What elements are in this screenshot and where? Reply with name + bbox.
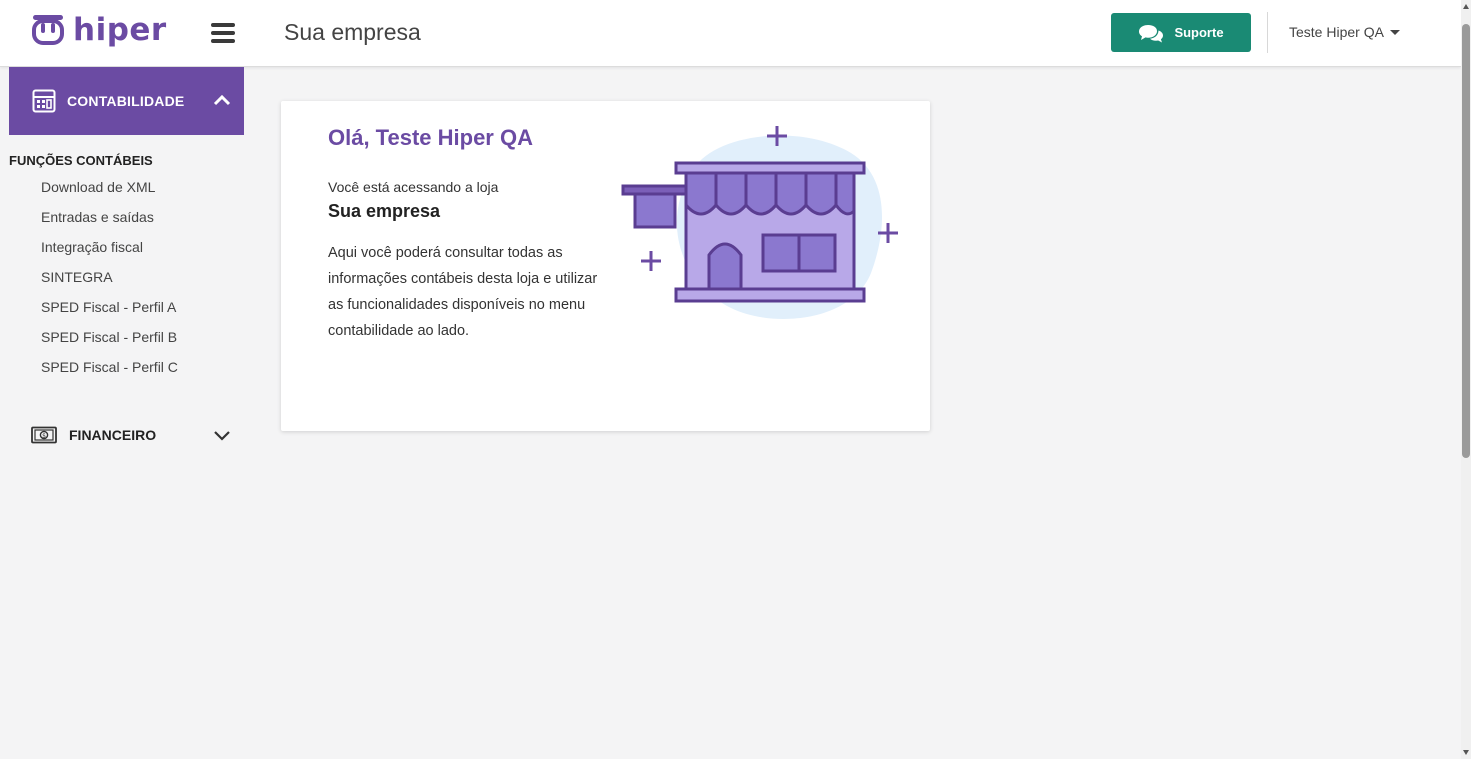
welcome-card: Olá, Teste Hiper QA Você está acessando … <box>281 101 930 431</box>
description-text: Aqui você poderá consultar todas as info… <box>328 245 598 339</box>
support-button[interactable]: Suporte <box>1111 13 1251 52</box>
sidebar-section-financeiro[interactable]: $ FINANCEIRO <box>9 420 244 450</box>
top-bar: hiper Sua empresa Suporte Teste Hiper QA <box>0 0 1461 67</box>
money-bill-icon: $ <box>31 426 57 444</box>
user-name: Teste Hiper QA <box>1289 24 1384 40</box>
scroll-down-icon[interactable] <box>1463 750 1469 755</box>
brand-name: hiper <box>73 12 167 48</box>
user-menu[interactable]: Teste Hiper QA <box>1289 24 1400 40</box>
storefront-illustration <box>621 126 898 319</box>
hiper-logo-icon <box>32 15 64 45</box>
sidebar-item-entradas-saidas[interactable]: Entradas e saídas <box>9 202 244 232</box>
menu-toggle-icon[interactable] <box>211 23 235 43</box>
sidebar-section-label: FINANCEIRO <box>69 427 157 443</box>
sidebar-item-sintegra[interactable]: SINTEGRA <box>9 262 244 292</box>
page-title: Sua empresa <box>284 19 421 45</box>
divider <box>1267 12 1268 53</box>
accessing-text: Você está acessando a loja <box>328 179 499 195</box>
chat-bubbles-icon <box>1139 24 1164 42</box>
sidebar-section-contabilidade[interactable]: CONTABILIDADE <box>9 67 244 135</box>
chevron-up-icon <box>213 94 231 106</box>
caret-down-icon <box>1389 29 1400 35</box>
nav-list: Download de XML Entradas e saídas Integr… <box>9 172 244 382</box>
sidebar: CONTABILIDADE FUNÇÕES CONTÁBEIS Download… <box>9 67 244 759</box>
svg-text:$: $ <box>42 432 46 439</box>
greeting-heading: Olá, Teste Hiper QA <box>328 125 533 150</box>
support-label: Suporte <box>1174 25 1224 40</box>
scrollbar-thumb[interactable] <box>1462 24 1470 458</box>
scroll-up-icon[interactable] <box>1463 4 1469 9</box>
sidebar-item-sped-perfil-c[interactable]: SPED Fiscal - Perfil C <box>9 352 244 382</box>
sidebar-item-integracao-fiscal[interactable]: Integração fiscal <box>9 232 244 262</box>
sidebar-item-sped-perfil-a[interactable]: SPED Fiscal - Perfil A <box>9 292 244 322</box>
store-name: Sua empresa <box>328 201 441 221</box>
group-title: FUNÇÕES CONTÁBEIS <box>9 153 153 168</box>
hiper-logo[interactable]: hiper <box>31 13 167 47</box>
chevron-down-icon <box>214 431 230 441</box>
sidebar-item-sped-perfil-b[interactable]: SPED Fiscal - Perfil B <box>9 322 244 352</box>
sidebar-section-label: CONTABILIDADE <box>67 93 185 109</box>
sidebar-item-download-xml[interactable]: Download de XML <box>9 172 244 202</box>
calculator-icon <box>32 89 56 113</box>
page-scrollbar[interactable] <box>1461 0 1471 759</box>
